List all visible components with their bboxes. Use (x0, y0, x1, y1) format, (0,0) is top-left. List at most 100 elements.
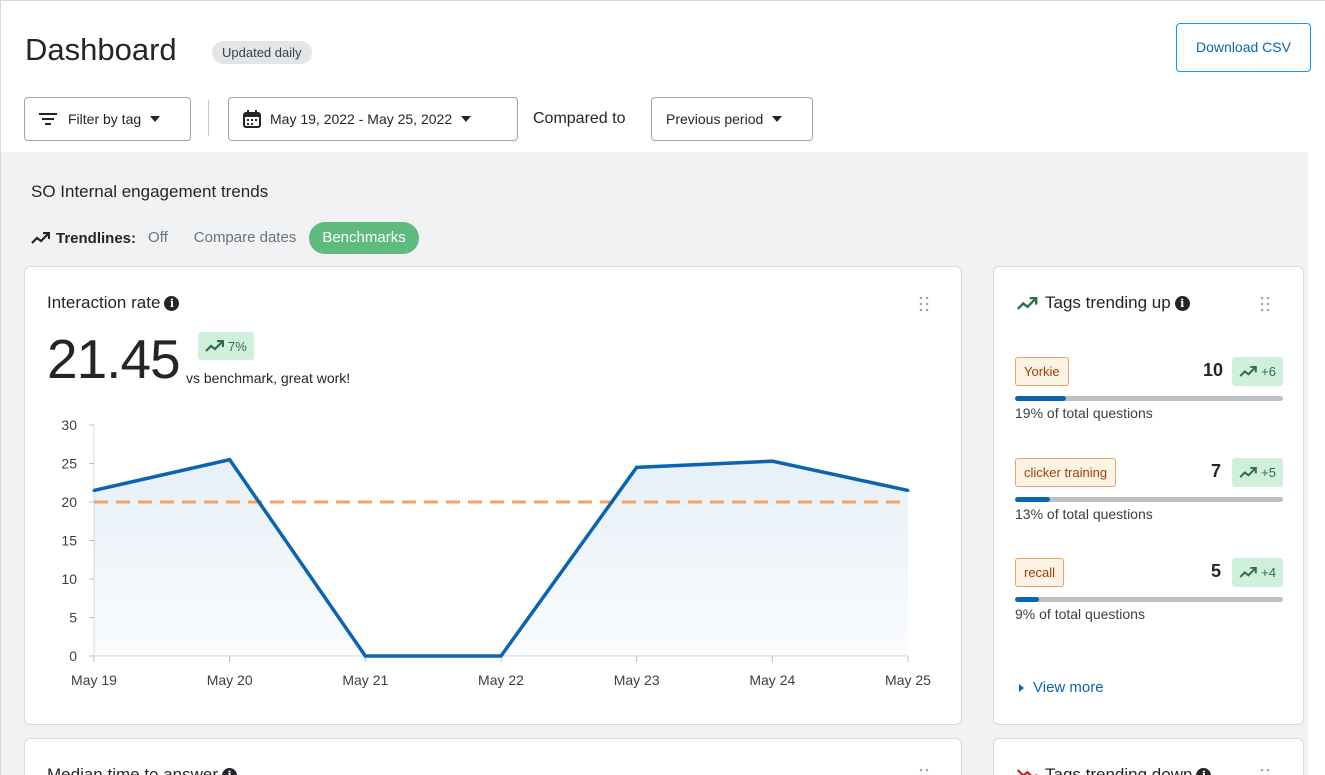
x-tick-label: May 19 (71, 672, 117, 688)
tag-share-bar (1015, 396, 1283, 401)
info-icon[interactable]: i (222, 767, 238, 775)
tag-share-fill (1015, 396, 1066, 401)
x-tick-label: May 25 (885, 672, 931, 688)
date-range-dropdown[interactable]: May 19, 2022 - May 25, 2022 (228, 97, 518, 141)
filter-icon (39, 113, 57, 125)
tag-share-bar (1015, 497, 1283, 502)
date-range-label: May 19, 2022 - May 25, 2022 (270, 111, 453, 127)
x-tick-label: May 21 (342, 672, 388, 688)
trending-up-icon (31, 232, 50, 244)
data-point (906, 488, 910, 492)
tag-chip[interactable]: recall (1015, 558, 1065, 587)
data-point (92, 488, 96, 492)
tags-down-title-row: Tags trending down i (1016, 765, 1212, 775)
window-border-top (0, 0, 1325, 1)
chevron-down-icon (150, 116, 161, 122)
trending-up-icon (205, 340, 224, 352)
y-tick-label: 10 (61, 571, 77, 587)
change-badge: 7% (198, 332, 254, 360)
tag-chip[interactable]: Yorkie (1015, 357, 1069, 386)
download-csv-button[interactable]: Download CSV (1176, 23, 1311, 72)
chevron-down-icon (461, 116, 472, 122)
x-tick-label: May 22 (478, 672, 524, 688)
tag-chip[interactable]: clicker training (1015, 458, 1117, 487)
x-tick-label: May 20 (207, 672, 253, 688)
compare-period-label: Previous period (666, 111, 764, 127)
chevron-down-icon (772, 116, 783, 122)
trendline-option-benchmarks[interactable]: Benchmarks (309, 222, 419, 254)
interaction-rate-title: Interaction rate (47, 293, 161, 312)
dashboard-header: Dashboard Updated daily Download CSV Fil… (0, 0, 1325, 152)
view-more-label: View more (1033, 679, 1104, 696)
tag-count: 5 (1210, 561, 1221, 581)
filter-by-tag-label: Filter by tag (68, 111, 142, 127)
trendline-option-compare-dates[interactable]: Compare dates (181, 222, 310, 254)
tag-share-text: 13% of total questions (1015, 506, 1153, 522)
median-time-title-row: Median time to answer i (47, 765, 238, 775)
divider (208, 100, 209, 136)
drag-handle-icon[interactable] (1259, 768, 1271, 775)
tags-down-title: Tags trending down (1045, 765, 1193, 775)
tag-share-text: 19% of total questions (1015, 405, 1153, 421)
tag-delta-value: +4 (1261, 565, 1276, 580)
change-value: 7% (228, 338, 247, 354)
trendlines-label: Trendlines: (56, 229, 137, 247)
trendline-option-off[interactable]: Off (148, 222, 181, 254)
tag-delta-value: +5 (1261, 465, 1276, 480)
tag-delta-badge: +6 (1232, 357, 1283, 386)
trending-down-icon (1016, 768, 1038, 775)
series-area (94, 459, 908, 656)
median-time-title: Median time to answer (47, 765, 219, 775)
tag-delta-badge: +4 (1232, 558, 1283, 587)
tag-share-text: 9% of total questions (1015, 606, 1145, 622)
tags-up-title: Tags trending up (1045, 293, 1171, 312)
y-tick-label: 15 (61, 533, 77, 549)
compared-to-label: Compared to (533, 110, 626, 127)
page-title: Dashboard (25, 32, 177, 67)
window-border-left (0, 0, 1, 775)
drag-handle-icon[interactable] (1259, 296, 1271, 312)
drag-handle-icon[interactable] (918, 296, 930, 312)
data-point (635, 465, 639, 469)
tags-up-title-row: Tags trending up i (1016, 293, 1190, 313)
calendar-icon (243, 110, 261, 128)
benchmark-comparison-text: vs benchmark, great work! (186, 370, 351, 386)
info-icon[interactable]: i (1174, 295, 1190, 311)
data-point (228, 458, 232, 462)
y-tick-label: 0 (69, 648, 77, 664)
y-tick-label: 5 (69, 610, 77, 626)
tag-share-bar (1015, 597, 1283, 602)
drag-handle-icon[interactable] (918, 768, 930, 775)
y-tick-label: 30 (61, 417, 77, 433)
trending-up-icon (1239, 567, 1257, 578)
section-title: SO Internal engagement trends (31, 182, 269, 201)
trending-up-icon (1239, 366, 1257, 377)
caret-right-icon (1019, 684, 1024, 693)
y-tick-label: 20 (61, 494, 77, 510)
compare-period-dropdown[interactable]: Previous period (651, 97, 813, 141)
info-icon[interactable]: i (1196, 767, 1212, 775)
interaction-rate-chart: 0 5 10 15 20 25 30 May 19 May 20 May 21 May 22 May … (61, 417, 931, 688)
info-icon[interactable]: i (164, 295, 180, 311)
tags-trending-up-card: Tags trending up i Yorkie 10 +6 19% of t… (993, 266, 1304, 725)
x-tick-label: May 24 (749, 672, 795, 688)
tag-delta-value: +6 (1261, 364, 1276, 379)
tags-trending-down-card: Tags trending down i (993, 738, 1304, 775)
tag-share-fill (1015, 497, 1050, 502)
trending-up-icon (1239, 467, 1257, 478)
data-point (770, 459, 774, 463)
trendlines-toggle: Trendlines: Off Compare dates Benchmarks (31, 222, 419, 254)
updated-badge: Updated daily (212, 41, 312, 64)
y-tick-label: 25 (61, 456, 77, 472)
filter-by-tag-dropdown[interactable]: Filter by tag (24, 97, 191, 141)
median-time-card: Median time to answer i (24, 738, 962, 775)
tag-share-fill (1015, 597, 1040, 602)
interaction-rate-card: Interaction rate i 21.45 7% vs benchmark… (24, 266, 962, 725)
data-point (499, 654, 503, 658)
tag-count: 7 (1210, 461, 1221, 481)
data-point (363, 654, 367, 658)
view-more-link[interactable]: View more (1019, 679, 1104, 696)
tag-count: 10 (1202, 360, 1223, 380)
tag-delta-badge: +5 (1232, 458, 1283, 487)
interaction-rate-title-row: Interaction rate i (47, 293, 180, 313)
